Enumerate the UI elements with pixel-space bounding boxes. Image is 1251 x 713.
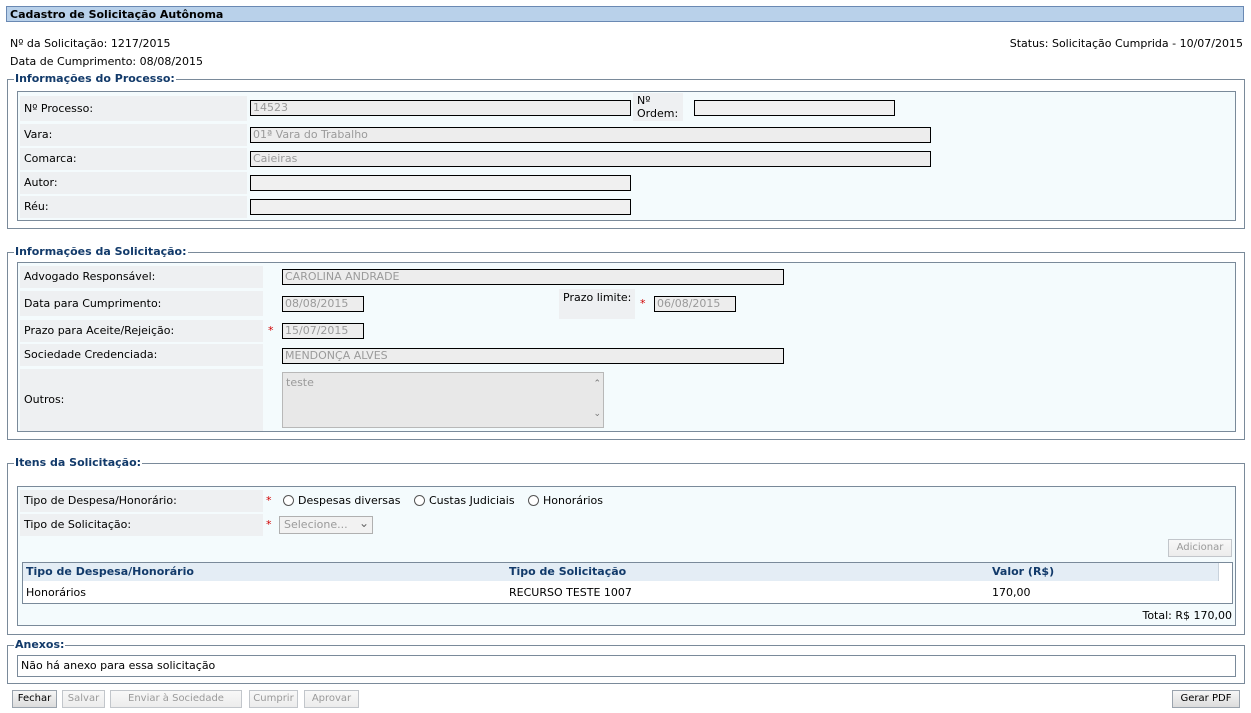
anexos-panel: Não há anexo para essa solicitação bbox=[17, 655, 1236, 677]
anexos-message: Não há anexo para essa solicitação bbox=[21, 659, 216, 672]
table-scroll-gutter bbox=[1218, 563, 1232, 581]
reu-field[interactable] bbox=[250, 199, 631, 215]
total-label: Total: R$ 170,00 bbox=[1142, 609, 1232, 622]
anexos-legend: Anexos: bbox=[14, 638, 66, 652]
data-cumprimento-label: Data para Cumprimento: bbox=[20, 291, 263, 316]
tipo-solicitacao-required: * bbox=[266, 518, 272, 531]
salvar-button[interactable]: Salvar bbox=[62, 690, 105, 708]
solicitacao-panel: Advogado Responsável: CAROLINA ANDRADE D… bbox=[17, 262, 1236, 432]
aprovar-button[interactable]: Aprovar bbox=[304, 690, 359, 708]
prazo-aceite-field[interactable]: 15/07/2015 bbox=[282, 323, 364, 339]
prazo-limite-label: Prazo limite: bbox=[559, 289, 635, 319]
adicionar-button[interactable]: Adicionar bbox=[1168, 539, 1232, 557]
sociedade-field[interactable]: MENDONÇA ALVES bbox=[282, 348, 784, 364]
outros-textarea[interactable]: teste ⌃ ⌄ bbox=[282, 372, 604, 428]
prazo-aceite-required: * bbox=[268, 324, 274, 337]
processo-legend: Informações do Processo: bbox=[14, 72, 176, 86]
itens-section: Itens da Solicitação: Tipo de Despesa/Ho… bbox=[7, 456, 1245, 635]
prazo-aceite-label: Prazo para Aceite/Rejeição: bbox=[20, 320, 263, 342]
tipo-despesa-required: * bbox=[266, 494, 272, 507]
radio-honorarios[interactable] bbox=[528, 495, 539, 506]
chevron-down-icon: ⌄ bbox=[358, 516, 369, 530]
scroll-down-icon[interactable]: ⌄ bbox=[593, 409, 601, 419]
processo-section: Informações do Processo: Nº Processo: 14… bbox=[7, 72, 1245, 229]
solicitacao-legend: Informações da Solicitação: bbox=[14, 245, 188, 259]
radio-custas-judiciais-label[interactable]: Custas Judiciais bbox=[429, 494, 515, 508]
advogado-field[interactable]: CAROLINA ANDRADE bbox=[282, 269, 784, 285]
itens-table: Tipo de Despesa/Honorário Tipo de Solici… bbox=[22, 562, 1233, 604]
processo-field[interactable]: 14523 bbox=[250, 100, 631, 116]
table-header-tipo-solicitacao: Tipo de Solicitação bbox=[509, 565, 627, 578]
table-cell-tipo-solicitacao: RECURSO TESTE 1007 bbox=[509, 586, 632, 599]
itens-legend: Itens da Solicitação: bbox=[14, 456, 143, 470]
radio-despesas-diversas[interactable] bbox=[283, 495, 294, 506]
status-text: Status: Solicitação Cumprida - 10/07/201… bbox=[1009, 37, 1243, 50]
processo-panel: Nº Processo: 14523 Nº Ordem: Vara: 01ª V… bbox=[17, 91, 1236, 221]
outros-text: teste bbox=[286, 376, 314, 389]
scroll-up-icon[interactable]: ⌃ bbox=[593, 379, 601, 389]
ordem-field[interactable] bbox=[694, 100, 895, 116]
outros-label: Outros: bbox=[20, 369, 263, 431]
vara-field[interactable]: 01ª Vara do Trabalho bbox=[250, 127, 931, 143]
processo-label: Nº Processo: bbox=[20, 96, 247, 121]
tipo-solicitacao-select[interactable]: Selecione... ⌄ bbox=[279, 516, 373, 534]
anexos-section: Anexos: Não há anexo para essa solicitaç… bbox=[7, 638, 1245, 684]
table-header-tipo-despesa: Tipo de Despesa/Honorário bbox=[26, 565, 194, 578]
autor-label: Autor: bbox=[20, 172, 247, 194]
solicitacao-section: Informações da Solicitação: Advogado Res… bbox=[7, 245, 1245, 440]
gerar-pdf-button[interactable]: Gerar PDF bbox=[1172, 690, 1240, 708]
solicitacao-number: Nº da Solicitação: 1217/2015 bbox=[10, 37, 171, 50]
table-header-valor: Valor (R$) bbox=[992, 565, 1055, 578]
vara-label: Vara: bbox=[20, 124, 247, 146]
select-value: Selecione... bbox=[284, 518, 348, 531]
tipo-solicitacao-label: Tipo de Solicitação: bbox=[20, 514, 263, 536]
radio-custas-judiciais[interactable] bbox=[414, 495, 425, 506]
autor-field[interactable] bbox=[250, 175, 631, 191]
reu-label: Réu: bbox=[20, 196, 247, 218]
prazo-limite-field[interactable]: 06/08/2015 bbox=[654, 296, 736, 312]
table-cell-valor: 170,00 bbox=[992, 586, 1031, 599]
prazo-limite-required: * bbox=[640, 297, 646, 310]
radio-despesas-diversas-label[interactable]: Despesas diversas bbox=[298, 494, 400, 508]
cumprimento-date: Data de Cumprimento: 08/08/2015 bbox=[10, 55, 204, 68]
comarca-field[interactable]: Caieiras bbox=[250, 151, 931, 167]
advogado-label: Advogado Responsável: bbox=[20, 266, 263, 288]
enviar-sociedade-button[interactable]: Enviar à Sociedade bbox=[110, 690, 242, 708]
ordem-label: Nº Ordem: bbox=[633, 93, 683, 121]
tipo-despesa-label: Tipo de Despesa/Honorário: bbox=[20, 490, 263, 512]
itens-panel: Tipo de Despesa/Honorário: * Despesas di… bbox=[17, 486, 1236, 626]
sociedade-label: Sociedade Credenciada: bbox=[20, 344, 263, 366]
cumprir-button[interactable]: Cumprir bbox=[249, 690, 298, 708]
data-cumprimento-field[interactable]: 08/08/2015 bbox=[282, 296, 364, 312]
table-cell-tipo-despesa: Honorários bbox=[26, 586, 87, 599]
comarca-label: Comarca: bbox=[20, 148, 247, 170]
page-title: Cadastro de Solicitação Autônoma bbox=[6, 6, 1244, 22]
radio-honorarios-label[interactable]: Honorários bbox=[543, 494, 603, 508]
fechar-button[interactable]: Fechar bbox=[12, 690, 57, 708]
